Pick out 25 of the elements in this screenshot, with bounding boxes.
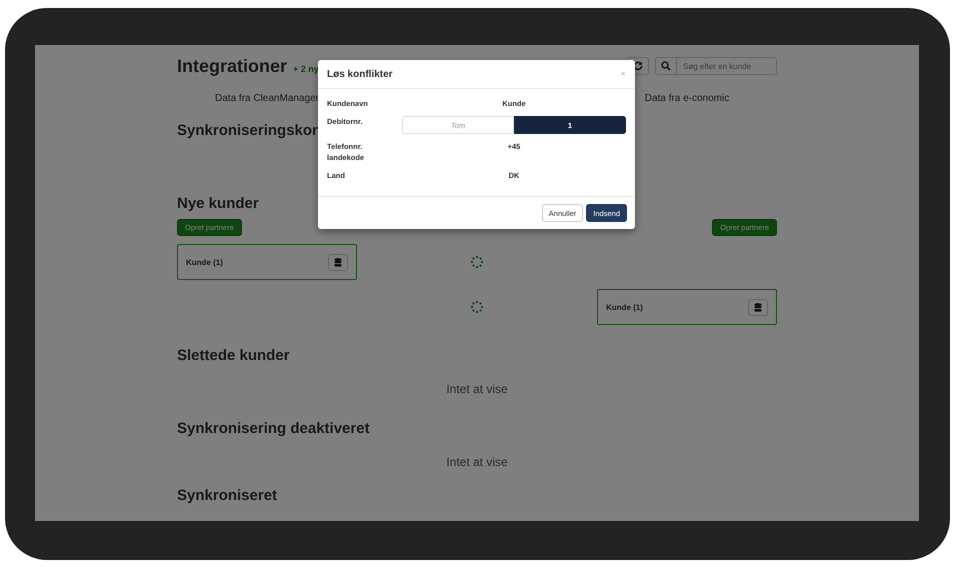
column-heading: Data fra CleanManager bbox=[215, 93, 319, 104]
search-field[interactable]: Søg efter en kunde bbox=[677, 57, 777, 75]
database-icon bbox=[334, 258, 342, 266]
section-heading: Synkronisering deaktiveret bbox=[177, 420, 370, 437]
search-icon bbox=[661, 61, 671, 71]
section-heading: Nye kunder bbox=[177, 195, 259, 212]
empty-message: Intet at vise bbox=[445, 455, 509, 469]
database-button[interactable] bbox=[328, 254, 348, 270]
close-button[interactable]: × bbox=[620, 68, 626, 80]
new-count-label: + 2 ny bbox=[293, 64, 319, 74]
page-title: Integrationer bbox=[177, 56, 288, 76]
column-heading: Data fra e-conomic bbox=[644, 93, 730, 104]
database-button[interactable] bbox=[748, 298, 768, 316]
empty-message: Intet at vise bbox=[445, 382, 509, 396]
loading-spinner-icon bbox=[470, 300, 484, 314]
dialog-title: Løs konflikter bbox=[327, 68, 393, 80]
refresh-icon bbox=[633, 61, 643, 71]
database-icon bbox=[754, 302, 762, 312]
loading-spinner-icon bbox=[470, 255, 484, 269]
search-button[interactable] bbox=[655, 57, 677, 75]
section-heading: Slettede kunder bbox=[177, 347, 290, 364]
section-heading: Synkroniseret bbox=[177, 487, 278, 504]
section-heading: Synkroniseringskon bbox=[177, 122, 322, 139]
customer-name: Kunde (1) bbox=[606, 302, 643, 312]
customer-name: Kunde (1) bbox=[186, 258, 223, 266]
